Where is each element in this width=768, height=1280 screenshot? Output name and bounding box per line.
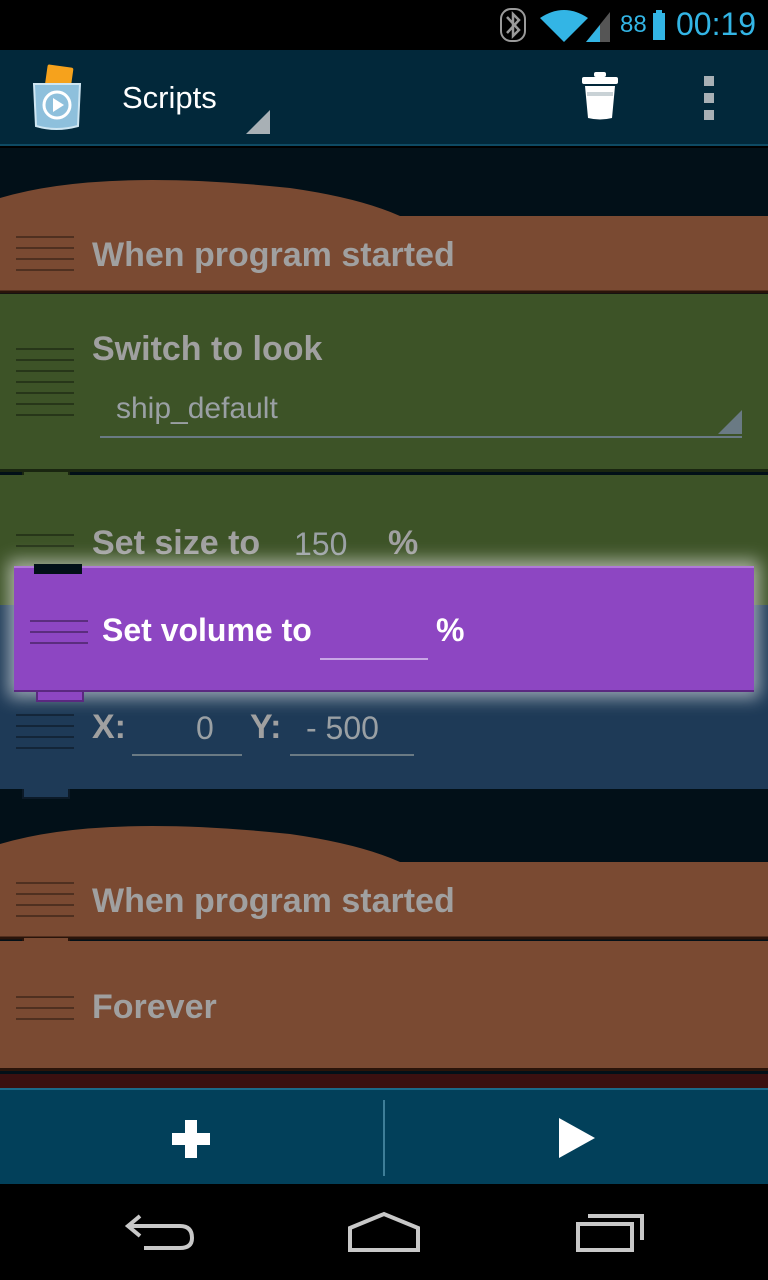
- app-icon[interactable]: [28, 62, 88, 137]
- drag-handle-icon[interactable]: [16, 236, 74, 280]
- brick-notch: [34, 564, 82, 574]
- hat-brick-label[interactable]: When program started: [92, 236, 455, 275]
- script-area[interactable]: When program started Switch to look ship…: [0, 148, 768, 1088]
- dropdown-arrow-icon[interactable]: [718, 410, 742, 434]
- play-button[interactable]: [385, 1090, 768, 1186]
- x-field-underline: [132, 754, 242, 756]
- home-icon[interactable]: [346, 1210, 422, 1259]
- clock: 00:19: [676, 6, 757, 42]
- back-icon[interactable]: [124, 1210, 196, 1259]
- y-field-underline: [290, 754, 414, 756]
- bottom-bar: [0, 1088, 768, 1184]
- wifi-icon: [540, 8, 610, 47]
- set-size-unit: %: [388, 524, 419, 562]
- spinner-arrow-icon[interactable]: [246, 110, 270, 139]
- add-icon: [172, 1120, 210, 1158]
- set-size-label[interactable]: Set size to: [92, 524, 260, 563]
- overflow-menu-icon[interactable]: [702, 76, 716, 125]
- navigation-bar: [0, 1184, 768, 1280]
- brick-connector: [36, 692, 84, 702]
- battery-level: 88: [620, 11, 647, 38]
- x-value[interactable]: 0: [196, 710, 214, 747]
- brick-connector: [22, 789, 70, 799]
- play-icon: [559, 1118, 595, 1158]
- add-button[interactable]: [0, 1090, 383, 1186]
- trash-icon[interactable]: [582, 72, 618, 125]
- drag-handle-icon[interactable]: [16, 714, 74, 758]
- y-label: Y:: [250, 708, 282, 746]
- switch-look-label[interactable]: Switch to look: [92, 330, 322, 369]
- drag-handle-icon[interactable]: [16, 882, 74, 926]
- dragged-set-volume-brick[interactable]: Set volume to %: [14, 564, 754, 702]
- recent-apps-icon[interactable]: [574, 1210, 646, 1259]
- status-bar: 88 00:19: [0, 0, 768, 50]
- bluetooth-icon: [500, 8, 526, 47]
- drag-handle-icon[interactable]: [16, 996, 74, 1029]
- battery-icon: [653, 10, 665, 45]
- drag-handle-icon[interactable]: [16, 534, 74, 556]
- hat-brick-label[interactable]: When program started: [92, 882, 455, 921]
- set-volume-label[interactable]: Set volume to: [102, 612, 312, 649]
- volume-unit: %: [436, 612, 465, 648]
- y-value[interactable]: - 500: [306, 710, 379, 747]
- x-label: X:: [92, 708, 126, 746]
- page-title[interactable]: Scripts: [122, 80, 217, 116]
- look-dropdown-underline: [100, 436, 742, 438]
- volume-field-underline: [320, 658, 428, 660]
- set-size-value[interactable]: 150: [294, 526, 347, 563]
- look-dropdown-value[interactable]: ship_default: [116, 392, 278, 426]
- drag-handle-icon[interactable]: [30, 620, 88, 653]
- drag-handle-icon[interactable]: [16, 348, 74, 425]
- loop-end-brick: [0, 1074, 768, 1088]
- switch-look-brick[interactable]: [0, 294, 768, 472]
- action-bar: Scripts: [0, 50, 768, 146]
- forever-label[interactable]: Forever: [92, 988, 217, 1027]
